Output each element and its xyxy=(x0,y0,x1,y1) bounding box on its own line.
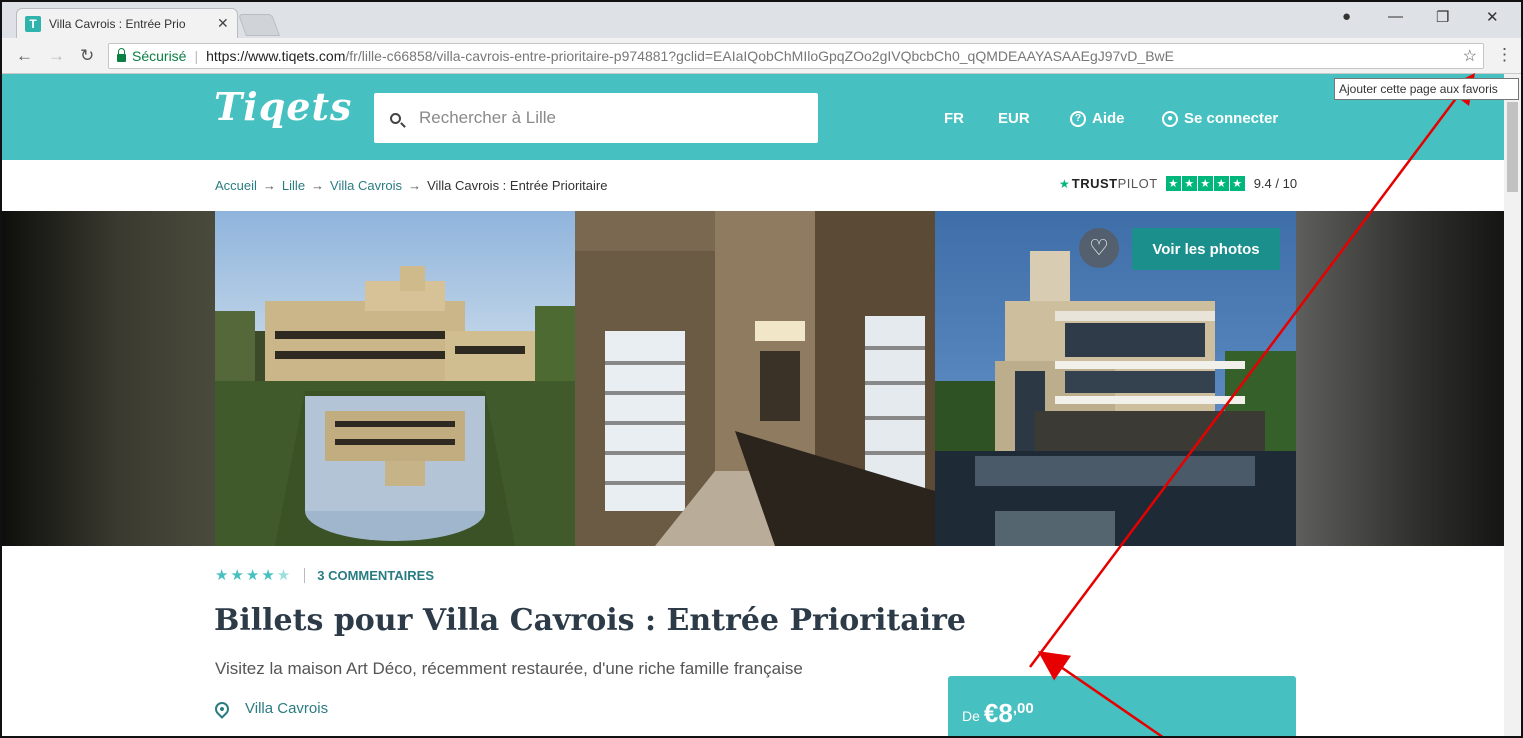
user-icon: ● xyxy=(1162,110,1178,127)
trustpilot-star-icon: ★ xyxy=(1197,176,1213,191)
tab-title: Villa Cavrois : Entrée Prio xyxy=(49,16,186,31)
url-host: https://www.tiqets.com xyxy=(206,48,346,64)
villa-interior-image xyxy=(575,211,935,546)
page-scrollbar[interactable] xyxy=(1504,74,1521,736)
help-link[interactable]: ? Aide xyxy=(1070,110,1125,127)
reload-icon[interactable]: ↻ xyxy=(80,46,94,66)
scrollbar-thumb[interactable] xyxy=(1507,102,1518,192)
tiqets-logo[interactable]: Tiqets xyxy=(214,84,352,129)
gallery-edge-right xyxy=(1296,211,1504,546)
breadcrumb-arrow-icon: → xyxy=(262,178,276,193)
back-icon[interactable]: ← xyxy=(16,46,33,66)
breadcrumb-current: Villa Cavrois : Entrée Prioritaire xyxy=(427,178,608,193)
gallery-photo-exterior-pool[interactable] xyxy=(215,211,575,546)
location-label: Villa Cavrois xyxy=(245,700,329,717)
trustpilot-brand-strong: TRUST xyxy=(1071,176,1118,191)
location-pin-icon xyxy=(212,698,232,719)
minimize-icon[interactable]: — xyxy=(1388,8,1403,25)
trustpilot-brand-light: PILOT xyxy=(1117,176,1158,191)
login-link[interactable]: ● Se connecter xyxy=(1162,110,1278,127)
bookmark-star-icon[interactable]: ☆ xyxy=(1463,46,1477,66)
browser-window: T Villa Cavrois : Entrée Prio ✕ ● — ❐ ✕ … xyxy=(0,0,1523,738)
search-input[interactable]: Rechercher à Lille xyxy=(374,93,818,143)
profile-icon[interactable]: ● xyxy=(1342,8,1351,25)
breadcrumb-arrow-icon: → xyxy=(311,178,325,193)
breadcrumb-city[interactable]: Lille xyxy=(282,178,305,193)
close-tab-icon[interactable]: ✕ xyxy=(217,15,229,32)
view-photos-button[interactable]: Voir les photos xyxy=(1132,228,1280,270)
language-selector[interactable]: FR xyxy=(944,110,964,127)
secure-label: Sécurisé xyxy=(132,48,187,64)
rating-row: ★★★★★ 3 COMMENTAIRES xyxy=(215,566,434,584)
new-tab-button[interactable] xyxy=(237,14,281,36)
gallery-photo-interior[interactable] xyxy=(575,211,935,546)
product-title: Billets pour Villa Cavrois : Entrée Prio… xyxy=(214,603,967,638)
location-link[interactable]: Villa Cavrois xyxy=(212,698,329,719)
trustpilot-widget[interactable]: ★ TRUSTPILOT ★ ★ ★ ★ ★ 9.4 / 10 xyxy=(1059,176,1297,191)
product-subtitle: Visitez la maison Art Déco, récemment re… xyxy=(215,659,803,678)
help-label: Aide xyxy=(1092,110,1125,127)
trustpilot-logo: TRUSTPILOT xyxy=(1072,176,1158,191)
price-box[interactable]: De €8 ,00 xyxy=(948,676,1296,736)
close-window-icon[interactable]: ✕ xyxy=(1486,8,1499,26)
trustpilot-star-icon: ★ xyxy=(1059,176,1070,191)
tab-strip: T Villa Cavrois : Entrée Prio ✕ ● — ❐ ✕ xyxy=(2,2,1521,38)
browser-toolbar: ← → ↻ Sécurisé | https://www.tiqets.com … xyxy=(2,38,1521,74)
heart-icon[interactable]: ♡ xyxy=(1079,228,1119,268)
tiqets-favicon-icon: T xyxy=(25,15,41,32)
rating-divider xyxy=(304,567,306,583)
breadcrumb: Accueil → Lille → Villa Cavrois → Villa … xyxy=(215,178,607,193)
help-icon: ? xyxy=(1070,110,1086,127)
trustpilot-star-icon: ★ xyxy=(1213,176,1229,191)
trustpilot-star-icon: ★ xyxy=(1229,176,1245,191)
breadcrumb-venue[interactable]: Villa Cavrois xyxy=(330,178,402,193)
rating-stars: ★★★★★ xyxy=(215,567,293,584)
search-icon xyxy=(390,112,401,124)
url-separator: | xyxy=(194,48,199,64)
search-placeholder: Rechercher à Lille xyxy=(419,108,557,127)
trustpilot-star-icon: ★ xyxy=(1165,176,1181,191)
price-cents: ,00 xyxy=(1012,700,1034,717)
restore-icon[interactable]: ❐ xyxy=(1436,8,1449,26)
price-from-label: De xyxy=(962,708,980,724)
trustpilot-star-icon: ★ xyxy=(1181,176,1197,191)
price-amount: €8 xyxy=(983,698,1013,728)
address-bar[interactable]: Sécurisé | https://www.tiqets.com /fr/li… xyxy=(108,43,1484,69)
gallery-edge-left xyxy=(2,211,215,546)
currency-selector[interactable]: EUR xyxy=(998,110,1030,127)
breadcrumb-home[interactable]: Accueil xyxy=(215,178,257,193)
url-path: /fr/lille-c66858/villa-cavrois-entre-pri… xyxy=(345,48,1174,64)
reviews-link[interactable]: 3 COMMENTAIRES xyxy=(317,568,434,583)
bookmark-tooltip: Ajouter cette page aux favoris xyxy=(1334,78,1519,100)
villa-pool-image xyxy=(215,211,575,546)
breadcrumb-arrow-icon: → xyxy=(408,178,422,193)
browser-menu-icon[interactable]: ⋮ xyxy=(1496,45,1513,65)
login-label: Se connecter xyxy=(1184,110,1279,127)
trustpilot-score: 9.4 / 10 xyxy=(1253,176,1298,191)
forward-icon[interactable]: → xyxy=(48,46,65,66)
site-header: Tiqets Rechercher à Lille FR EUR ? Aide … xyxy=(2,74,1504,160)
lock-icon xyxy=(117,47,126,62)
browser-tab[interactable]: T Villa Cavrois : Entrée Prio ✕ xyxy=(16,8,238,38)
trustpilot-stars: ★ ★ ★ ★ ★ xyxy=(1165,176,1246,191)
